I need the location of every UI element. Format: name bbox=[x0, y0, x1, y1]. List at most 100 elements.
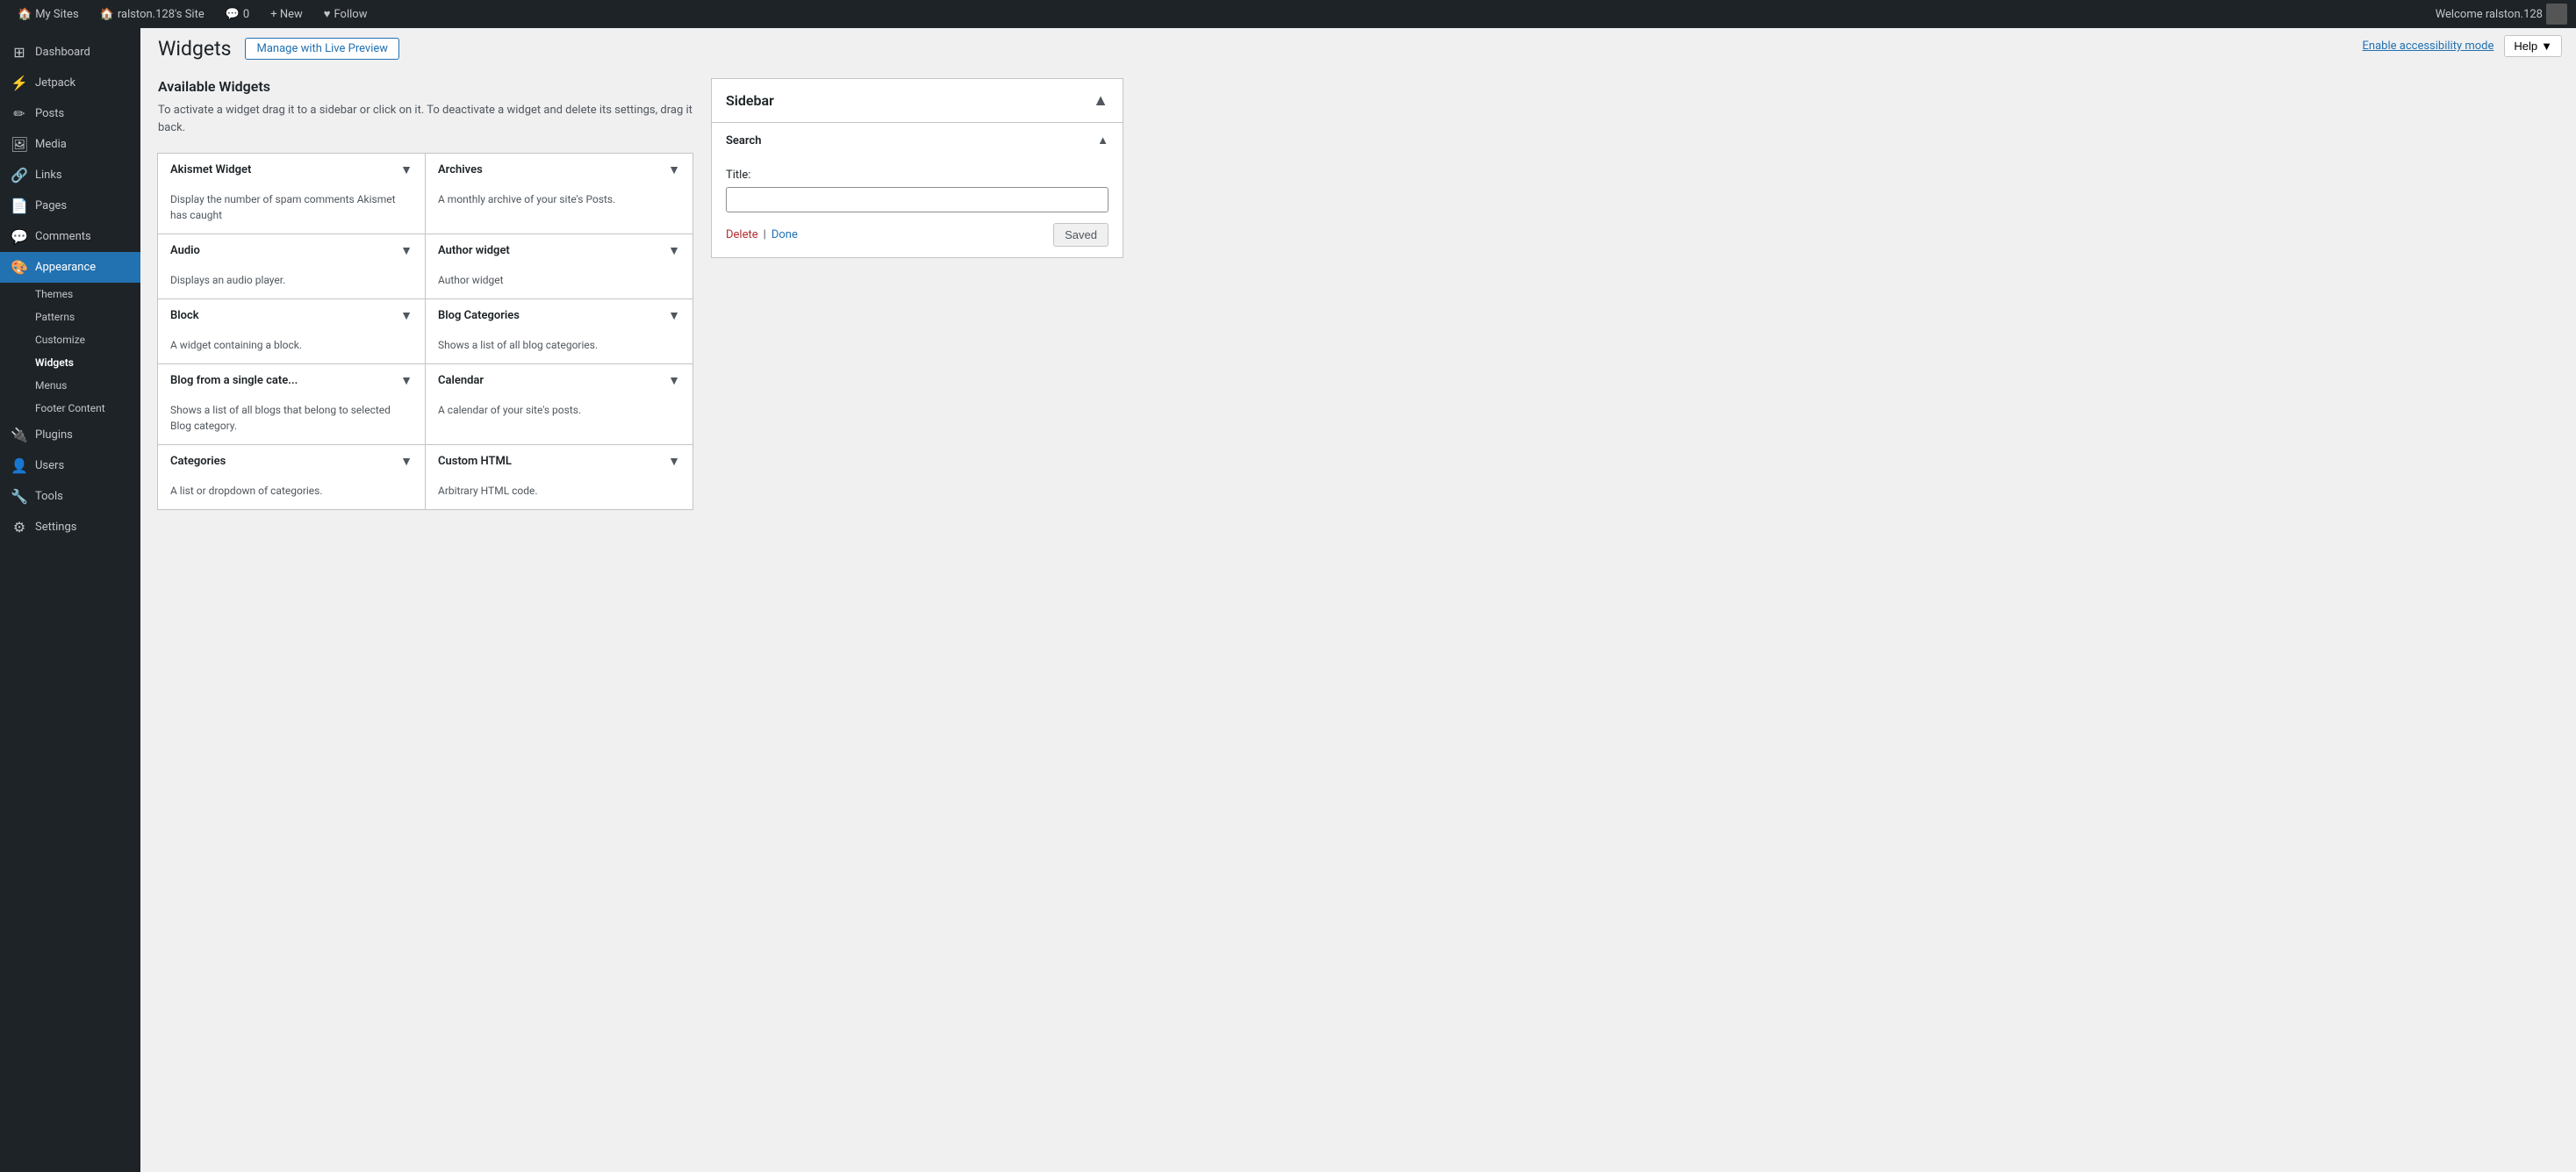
chevron-down-icon: ▼ bbox=[400, 243, 413, 258]
jetpack-icon: ⚡ bbox=[11, 75, 28, 91]
title-field-label: Title: bbox=[726, 169, 1109, 182]
links-icon: 🔗 bbox=[11, 167, 28, 183]
submenu-item-themes[interactable]: Themes bbox=[0, 283, 140, 306]
chevron-down-icon: ▼ bbox=[668, 454, 680, 469]
title-field-input[interactable] bbox=[726, 187, 1109, 212]
submenu-item-widgets[interactable]: Widgets bbox=[0, 351, 140, 374]
widget-actions-left: Delete | Done bbox=[726, 228, 798, 241]
widget-card-calendar[interactable]: Calendar ▼ A calendar of your site's pos… bbox=[425, 363, 693, 445]
pages-icon: 📄 bbox=[11, 198, 28, 214]
widget-card-akismet[interactable]: Akismet Widget ▼ Display the number of s… bbox=[157, 153, 426, 234]
sidebar-item-appearance[interactable]: 🎨 Appearance bbox=[0, 252, 140, 283]
sidebar-item-comments[interactable]: 💬 Comments bbox=[0, 221, 140, 252]
adminbar-left: 🏠 My Sites 🏠 ralston.128's Site 💬 0 + Ne… bbox=[9, 0, 376, 28]
adminbar-follow[interactable]: ♥ Follow bbox=[315, 0, 377, 28]
widget-card-blog-categories-header: Blog Categories ▼ bbox=[426, 299, 692, 332]
adminbar-new[interactable]: + New bbox=[262, 0, 312, 28]
chevron-down-icon: ▼ bbox=[400, 373, 413, 388]
sidebar-search-widget: Search ▲ Title: Delete | bbox=[712, 122, 1123, 257]
submenu-item-customize[interactable]: Customize bbox=[0, 328, 140, 351]
page-header: Widgets Manage with Live Preview bbox=[158, 37, 1123, 61]
widget-card-author-header: Author widget ▼ bbox=[426, 234, 692, 267]
chevron-down-icon: ▼ bbox=[400, 308, 413, 323]
chevron-up-icon: ▲ bbox=[1093, 91, 1109, 110]
widget-actions: Delete | Done Saved bbox=[726, 223, 1109, 247]
widget-card-archives[interactable]: Archives ▼ A monthly archive of your sit… bbox=[425, 153, 693, 234]
sidebar-item-plugins[interactable]: 🔌 Plugins bbox=[0, 420, 140, 450]
user-avatar[interactable] bbox=[2546, 4, 2567, 25]
enable-accessibility-link[interactable]: Enable accessibility mode bbox=[2363, 40, 2494, 53]
sidebar-item-posts[interactable]: ✏ Posts bbox=[0, 98, 140, 129]
widget-card-akismet-header: Akismet Widget ▼ bbox=[158, 154, 425, 186]
settings-icon: ⚙ bbox=[11, 519, 28, 536]
done-link[interactable]: Done bbox=[771, 228, 798, 241]
widget-card-custom-html[interactable]: Custom HTML ▼ Arbitrary HTML code. bbox=[425, 444, 693, 510]
chevron-down-icon: ▼ bbox=[668, 373, 680, 388]
sidebar-search-widget-body: Title: Delete | Done Saved bbox=[712, 158, 1123, 257]
widget-card-audio[interactable]: Audio ▼ Displays an audio player. bbox=[157, 234, 426, 299]
heart-icon: ♥ bbox=[324, 7, 331, 21]
sidebar-item-links[interactable]: 🔗 Links bbox=[0, 160, 140, 191]
widget-card-custom-html-header: Custom HTML ▼ bbox=[426, 445, 692, 478]
widget-card-archives-header: Archives ▼ bbox=[426, 154, 692, 186]
widgets-area: Available Widgets To activate a widget d… bbox=[158, 78, 693, 510]
widget-card-categories[interactable]: Categories ▼ A list or dropdown of categ… bbox=[157, 444, 426, 510]
manage-live-preview-button[interactable]: Manage with Live Preview bbox=[245, 38, 399, 60]
sidebar-item-settings[interactable]: ⚙ Settings bbox=[0, 512, 140, 543]
widget-card-blog-single-cat-header: Blog from a single cate... ▼ bbox=[158, 364, 425, 397]
content-area: Available Widgets To activate a widget d… bbox=[158, 78, 1123, 510]
widget-card-calendar-header: Calendar ▼ bbox=[426, 364, 692, 397]
sidebar-search-widget-header[interactable]: Search ▲ bbox=[712, 123, 1123, 158]
adminbar-my-sites[interactable]: 🏠 My Sites bbox=[9, 0, 88, 28]
adminbar-site-name[interactable]: 🏠 ralston.128's Site bbox=[91, 0, 213, 28]
widget-card-blog-categories[interactable]: Blog Categories ▼ Shows a list of all bl… bbox=[425, 298, 693, 364]
widget-card-blog-single-cat[interactable]: Blog from a single cate... ▼ Shows a lis… bbox=[157, 363, 426, 445]
delete-link[interactable]: Delete bbox=[726, 228, 758, 241]
available-widgets-desc: To activate a widget drag it to a sideba… bbox=[158, 102, 693, 136]
chevron-down-icon: ▼ bbox=[668, 243, 680, 258]
page-title: Widgets bbox=[158, 37, 231, 61]
submenu-item-menus[interactable]: Menus bbox=[0, 374, 140, 397]
chevron-down-icon: ▼ bbox=[400, 454, 413, 469]
admin-bar: 🏠 My Sites 🏠 ralston.128's Site 💬 0 + Ne… bbox=[0, 0, 2576, 28]
widget-card-categories-header: Categories ▼ bbox=[158, 445, 425, 478]
users-icon: 👤 bbox=[11, 457, 28, 474]
sidebar-panel-area: Sidebar ▲ Search ▲ Title: bbox=[711, 78, 1123, 510]
sidebar-item-tools[interactable]: 🔧 Tools bbox=[0, 481, 140, 512]
posts-icon: ✏ bbox=[11, 105, 28, 122]
sidebar-panel: Sidebar ▲ Search ▲ Title: bbox=[711, 78, 1123, 258]
home-icon: 🏠 bbox=[18, 8, 32, 21]
sidebar-item-users[interactable]: 👤 Users bbox=[0, 450, 140, 481]
tools-icon: 🔧 bbox=[11, 488, 28, 505]
sidebar-item-jetpack[interactable]: ⚡ Jetpack bbox=[0, 68, 140, 98]
chevron-down-icon: ▼ bbox=[668, 162, 680, 177]
chevron-up-icon: ▲ bbox=[1097, 133, 1109, 147]
screen-options-bar: Enable accessibility mode Help ▼ bbox=[2349, 28, 2576, 64]
widget-card-author-widget[interactable]: Author widget ▼ Author widget bbox=[425, 234, 693, 299]
available-widgets-title: Available Widgets bbox=[158, 78, 693, 95]
dashboard-icon: ⊞ bbox=[11, 44, 28, 61]
widget-grid: Akismet Widget ▼ Display the number of s… bbox=[158, 154, 693, 510]
submenu-item-footer-content[interactable]: Footer Content bbox=[0, 397, 140, 420]
sidebar-panel-header: Sidebar ▲ bbox=[712, 79, 1123, 122]
sidebar-item-media[interactable]: 🖼 Media bbox=[0, 129, 140, 160]
widget-card-block-header: Block ▼ bbox=[158, 299, 425, 332]
appearance-submenu: Themes Patterns Customize Widgets Menus … bbox=[0, 283, 140, 420]
sidebar-item-dashboard[interactable]: ⊞ Dashboard bbox=[0, 37, 140, 68]
help-button[interactable]: Help ▼ bbox=[2504, 35, 2562, 57]
saved-button[interactable]: Saved bbox=[1053, 223, 1109, 247]
submenu-item-patterns[interactable]: Patterns bbox=[0, 306, 140, 328]
adminbar-comments[interactable]: 💬 0 bbox=[217, 0, 259, 28]
main-layout: ⊞ Dashboard ⚡ Jetpack ✏ Posts 🖼 Media 🔗 … bbox=[0, 28, 2576, 1172]
site-icon: 🏠 bbox=[100, 8, 114, 21]
chevron-down-icon: ▼ bbox=[400, 162, 413, 177]
widget-card-block[interactable]: Block ▼ A widget containing a block. bbox=[157, 298, 426, 364]
chevron-down-icon: ▼ bbox=[2541, 40, 2552, 53]
appearance-icon: 🎨 bbox=[11, 259, 28, 276]
admin-sidebar: ⊞ Dashboard ⚡ Jetpack ✏ Posts 🖼 Media 🔗 … bbox=[0, 28, 140, 1172]
widget-card-audio-header: Audio ▼ bbox=[158, 234, 425, 267]
sidebar-item-pages[interactable]: 📄 Pages bbox=[0, 191, 140, 221]
chevron-down-icon: ▼ bbox=[668, 308, 680, 323]
main-content: Widgets Manage with Live Preview Availab… bbox=[140, 28, 2576, 1172]
comments-icon: 💬 bbox=[226, 8, 240, 21]
